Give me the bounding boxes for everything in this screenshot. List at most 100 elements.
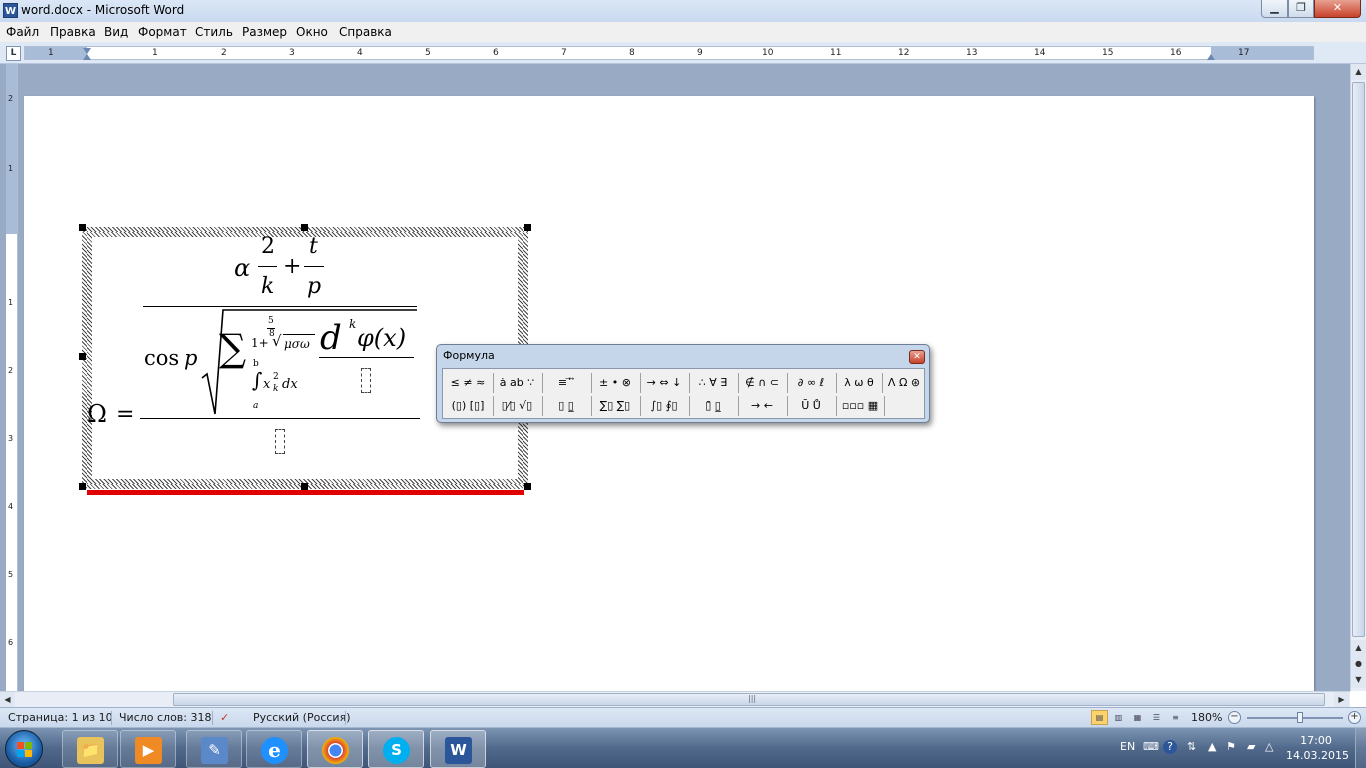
resize-handle[interactable] <box>79 224 86 231</box>
close-button[interactable]: ✕ <box>1314 0 1361 18</box>
ruler-row: L 1 1 2 3 4 5 6 7 8 9 10 11 12 13 14 15 … <box>0 42 1366 64</box>
embellishments-button[interactable]: ≡ ⃗ ⃡ <box>545 373 587 393</box>
resize-handle[interactable] <box>301 483 308 490</box>
zoom-slider-thumb[interactable] <box>1297 712 1303 723</box>
menu-window[interactable]: Окно <box>296 25 328 39</box>
horizontal-ruler[interactable]: 1 1 2 3 4 5 6 7 8 9 10 11 12 13 14 15 16… <box>24 46 1314 60</box>
action-center-flag-icon[interactable]: ⚑ <box>1226 740 1236 753</box>
prev-page-icon[interactable]: ▲ <box>1351 640 1366 656</box>
start-button[interactable] <box>5 730 43 768</box>
operators-button[interactable]: ± • ⊗ <box>594 373 636 393</box>
paint-icon: ✎ <box>201 737 228 764</box>
outline-view-icon[interactable]: ☰ <box>1148 710 1165 725</box>
omega-symbol: Ω <box>87 400 107 428</box>
tab-selector-button[interactable]: L <box>6 46 21 61</box>
menu-file[interactable]: Файл <box>6 25 39 39</box>
taskbar-explorer[interactable]: 📁 <box>62 730 118 768</box>
menu-size[interactable]: Размер <box>242 25 287 39</box>
horizontal-scrollbar[interactable]: ◀ ||| ▶ <box>0 691 1350 708</box>
print-layout-view-icon[interactable]: ▤ <box>1091 710 1108 725</box>
set-theory-button[interactable]: ∉ ∩ ⊂ <box>741 373 783 393</box>
show-desktop-button[interactable] <box>1355 728 1366 768</box>
logic-button[interactable]: ∴ ∀ ∃ <box>692 373 734 393</box>
misc-symbols-button[interactable]: ∂ ∞ ℓ <box>790 373 832 393</box>
left-indent-marker[interactable] <box>83 54 91 60</box>
scripts-button[interactable]: ▯ ▯̲ <box>545 396 587 416</box>
page-count[interactable]: Страница: 1 из 10 <box>8 711 113 724</box>
resize-handle[interactable] <box>524 483 531 490</box>
ruler-toggle-button[interactable] <box>1350 46 1362 60</box>
system-clock[interactable]: 17:00 14.03.2015 <box>1286 733 1349 763</box>
empty-placeholder[interactable] <box>275 429 285 454</box>
scroll-left-arrow-icon[interactable]: ◀ <box>0 692 15 708</box>
brackets-button[interactable]: (▯) [▯] <box>447 396 489 416</box>
vertical-ruler[interactable]: 2 1 1 2 3 4 5 6 <box>6 64 18 691</box>
fraction-radical-button[interactable]: ▯⁄▯ √▯ <box>496 396 538 416</box>
zoom-level[interactable]: 180% <box>1191 711 1222 724</box>
next-page-icon[interactable]: ▼ <box>1351 672 1366 688</box>
labeled-arrows-button[interactable]: → ← <box>741 396 783 416</box>
relations-button[interactable]: ≤ ≠ ≈ <box>447 373 489 393</box>
formula-close-button[interactable]: ✕ <box>909 350 925 364</box>
proofing-icon[interactable]: ✓ <box>220 711 229 724</box>
greek-uppercase-button[interactable]: Λ Ω ⊛ <box>884 373 924 393</box>
ruler-number: 7 <box>561 48 567 58</box>
menu-view[interactable]: Вид <box>104 25 128 39</box>
zoom-out-button[interactable]: − <box>1228 711 1241 724</box>
zoom-in-button[interactable]: + <box>1348 711 1361 724</box>
maximize-button[interactable]: ❐ <box>1288 0 1314 18</box>
underbar-overbar-button[interactable]: ▯̄ ▯̲ <box>692 396 734 416</box>
resize-handle[interactable] <box>79 353 86 360</box>
zoom-slider[interactable] <box>1247 717 1343 719</box>
keyboard-icon[interactable]: ⌨ <box>1143 740 1159 753</box>
keyboard-language[interactable]: EN <box>1120 740 1135 753</box>
scroll-right-arrow-icon[interactable]: ▶ <box>1334 692 1349 708</box>
scroll-up-arrow-icon[interactable]: ▲ <box>1351 64 1366 80</box>
arrows-button[interactable]: → ⇔ ↓ <box>643 373 685 393</box>
matrix-button[interactable]: ▫▫▫ ▦ <box>839 396 881 416</box>
separator <box>640 373 641 393</box>
menu-format[interactable]: Формат <box>138 25 187 39</box>
google-drive-icon[interactable]: △ <box>1265 740 1273 753</box>
web-layout-view-icon[interactable]: ▦ <box>1129 710 1146 725</box>
browse-object-icon[interactable]: ● <box>1351 656 1366 672</box>
greek-lowercase-button[interactable]: λ ω θ <box>839 373 879 393</box>
empty-placeholder[interactable] <box>361 368 371 393</box>
summation-button[interactable]: ∑▯ ∑▯ <box>594 396 636 416</box>
language-status[interactable]: Русский (Россия) <box>253 711 351 724</box>
menu-edit[interactable]: Правка <box>50 25 96 39</box>
input-settings-icon[interactable]: ⇅ <box>1187 740 1196 753</box>
integral-button[interactable]: ∫▯ ∮▯ <box>643 396 685 416</box>
word-app-icon[interactable]: W <box>3 3 18 18</box>
ruler-number: 2 <box>8 94 14 103</box>
taskbar-chrome[interactable]: ◉ <box>307 730 363 768</box>
right-indent-marker[interactable] <box>1207 54 1215 60</box>
vertical-scroll-thumb[interactable] <box>1352 82 1365 637</box>
resize-handle[interactable] <box>301 224 308 231</box>
taskbar-internet-explorer[interactable]: e <box>246 730 302 768</box>
vertical-scrollbar[interactable]: ▲ ▲ ● ▼ <box>1350 64 1366 691</box>
full-screen-reading-view-icon[interactable]: ▥ <box>1110 710 1127 725</box>
products-set-button[interactable]: Ū Ů <box>790 396 832 416</box>
taskbar-word[interactable]: W <box>430 730 486 768</box>
draft-view-icon[interactable]: ≡ <box>1167 710 1184 725</box>
taskbar-skype[interactable]: S <box>368 730 424 768</box>
formula-palette: ≤ ≠ ≈ ȧ ab ∵ ≡ ⃗ ⃡ ± • ⊗ → ⇔ ↓ ∴ ∀ ∃ ∉ ∩… <box>442 368 925 419</box>
resize-handle[interactable] <box>79 483 86 490</box>
ruler-number: 13 <box>966 48 978 58</box>
formula-toolbar[interactable]: Формула ✕ ≤ ≠ ≈ ȧ ab ∵ ≡ ⃗ ⃡ ± • ⊗ → ⇔ ↓… <box>436 344 930 423</box>
menu-help[interactable]: Справка <box>339 25 392 39</box>
taskbar-paint[interactable]: ✎ <box>186 730 242 768</box>
show-hidden-icons-icon[interactable]: ▲ <box>1208 740 1216 753</box>
resize-handle[interactable] <box>524 224 531 231</box>
separator <box>738 396 739 416</box>
help-icon[interactable]: ? <box>1163 740 1177 754</box>
spaces-button[interactable]: ȧ ab ∵ <box>496 373 538 393</box>
menu-style[interactable]: Стиль <box>195 25 233 39</box>
network-icon[interactable]: ▰ <box>1247 740 1255 753</box>
minimize-button[interactable]: ▁ <box>1261 0 1288 18</box>
taskbar-media-player[interactable]: ▶ <box>120 730 176 768</box>
status-bar: Страница: 1 из 10 Число слов: 318 ✓ Русс… <box>0 707 1366 727</box>
phi-of-x: φ(x) <box>357 324 407 352</box>
word-count[interactable]: Число слов: 318 <box>119 711 212 724</box>
